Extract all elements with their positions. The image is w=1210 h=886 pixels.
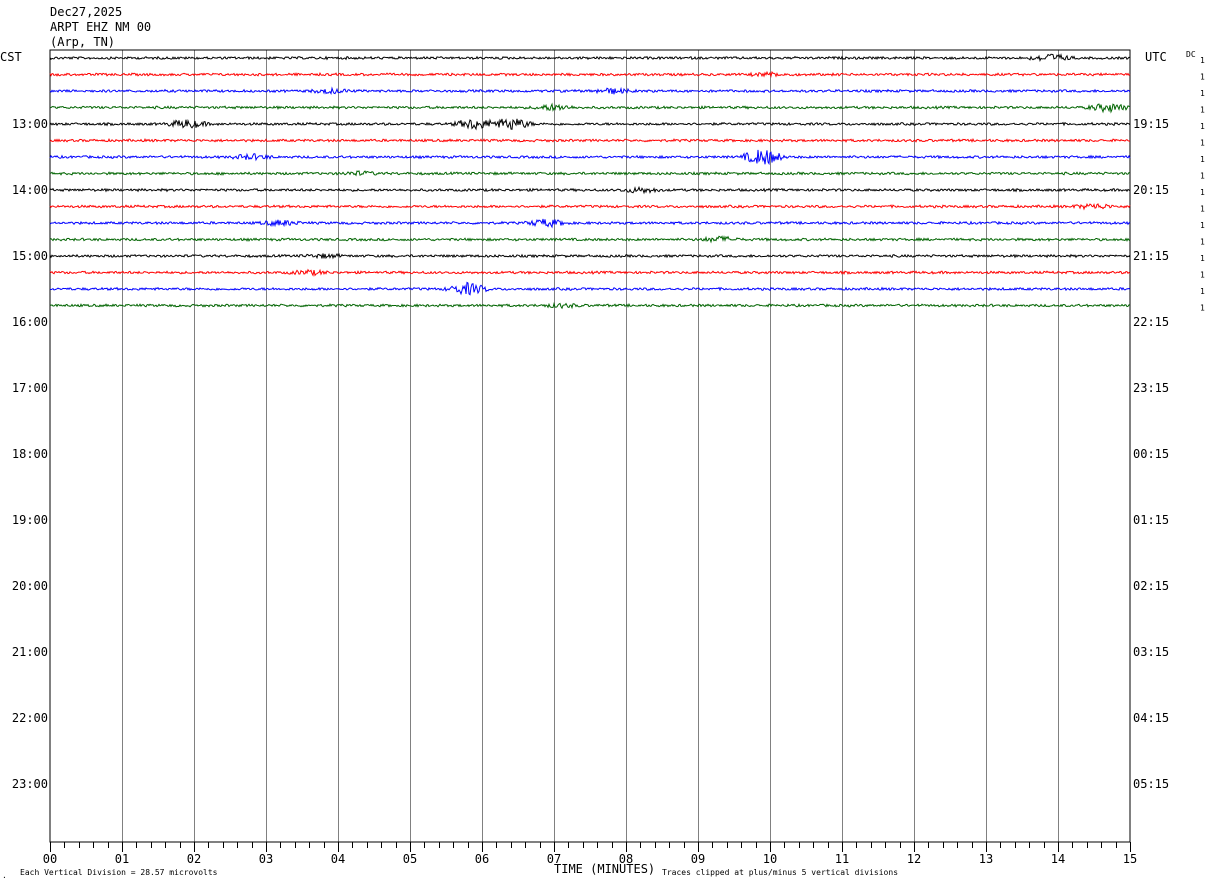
x-tick-label: 13 <box>979 852 993 866</box>
left-hour-label: 23:00 <box>12 777 48 791</box>
x-tick-label: 01 <box>115 852 129 866</box>
seismic-trace <box>49 53 1131 63</box>
x-axis-title: TIME (MINUTES) <box>554 862 655 876</box>
x-tick-label: 14 <box>1051 852 1065 866</box>
date-label: Dec27,2025 <box>50 5 122 19</box>
dc-label: 1 <box>1200 172 1205 181</box>
dc-label: 1 <box>1200 106 1205 115</box>
right-hour-label: 19:15 <box>1133 117 1169 131</box>
clip-note: Traces clipped at plus/minus 5 vertical … <box>662 868 898 877</box>
left-hour-label: 17:00 <box>12 381 48 395</box>
right-hour-label: 04:15 <box>1133 711 1169 725</box>
dc-label: 1 <box>1200 89 1205 98</box>
left-hour-label: 16:00 <box>12 315 48 329</box>
dc-label: 1 <box>1200 304 1205 313</box>
dc-label: 1 <box>1200 271 1205 280</box>
scale-note: Each Vertical Division = 28.57 microvolt… <box>20 868 218 877</box>
trace-group <box>49 53 1131 310</box>
dc-label: 1 <box>1200 188 1205 197</box>
seismic-trace <box>49 281 1131 296</box>
left-hour-label: 22:00 <box>12 711 48 725</box>
x-tick-label: 10 <box>763 852 777 866</box>
seismic-trace <box>49 203 1131 211</box>
x-tick-label: 15 <box>1123 852 1137 866</box>
x-tick-label: 02 <box>187 852 201 866</box>
left-hour-label: 18:00 <box>12 447 48 461</box>
left-hour-label: 15:00 <box>12 249 48 263</box>
seismic-trace <box>49 102 1131 114</box>
seismic-trace <box>49 86 1131 95</box>
right-timezone-label: UTC <box>1145 50 1167 64</box>
dc-header-label: DC <box>1186 50 1196 59</box>
dc-label: 1 <box>1200 139 1205 148</box>
right-hour-label: 00:15 <box>1133 447 1169 461</box>
left-hour-label: 19:00 <box>12 513 48 527</box>
dc-label: 1 <box>1200 205 1205 214</box>
seismic-trace <box>49 149 1131 166</box>
left-hour-label: 14:00 <box>12 183 48 197</box>
left-hour-label: 20:00 <box>12 579 48 593</box>
right-hour-label: 02:15 <box>1133 579 1169 593</box>
left-hour-label: 21:00 <box>12 645 48 659</box>
seismogram-chart: Dec27,2025 ARPT EHZ NM 00 (Arp, TN) CST … <box>0 5 1205 880</box>
dc-label: 1 <box>1200 287 1205 296</box>
dc-labels: 1 1 1 1 1 1 1 1 1 1 1 1 1 1 1 1 <box>1200 56 1205 313</box>
plot-frame <box>49 49 1131 843</box>
station-label: ARPT EHZ NM 00 <box>50 20 151 34</box>
left-hour-label: 13:00 <box>12 117 48 131</box>
dc-label: 1 <box>1200 254 1205 263</box>
seismic-trace <box>49 218 1131 229</box>
left-timezone-label: CST <box>0 50 22 64</box>
seismic-trace <box>49 301 1131 310</box>
x-tick-label: 09 <box>691 852 705 866</box>
dc-label: 1 <box>1200 238 1205 247</box>
seismic-trace <box>49 137 1131 143</box>
corner-mark: . <box>2 871 7 880</box>
seismic-trace <box>49 185 1131 195</box>
seismic-trace <box>49 235 1131 244</box>
seismic-trace <box>49 170 1131 177</box>
right-hour-label: 03:15 <box>1133 645 1169 659</box>
hour-labels: 13:00 14:00 15:00 16:00 17:00 18:00 19:00 20:00… <box>12 117 1169 791</box>
dc-label: 1 <box>1200 155 1205 164</box>
right-hour-label: 05:15 <box>1133 777 1169 791</box>
right-hour-label: 01:15 <box>1133 513 1169 527</box>
x-tick-label: 12 <box>907 852 921 866</box>
seismic-trace <box>49 118 1131 131</box>
x-tick-label: 05 <box>403 852 417 866</box>
dc-label: 1 <box>1200 122 1205 131</box>
dc-label: 1 <box>1200 221 1205 230</box>
seismic-trace <box>49 70 1131 79</box>
x-tick-label: 11 <box>835 852 849 866</box>
x-tick-label: 04 <box>331 852 345 866</box>
dc-label: 1 <box>1200 73 1205 82</box>
x-tick-label: 03 <box>259 852 273 866</box>
right-hour-label: 23:15 <box>1133 381 1169 395</box>
x-tick-label: 06 <box>475 852 489 866</box>
seismic-trace <box>49 252 1131 260</box>
right-hour-label: 20:15 <box>1133 183 1169 197</box>
x-tick-label: 00 <box>43 852 57 866</box>
seismic-trace <box>49 268 1131 277</box>
location-label: (Arp, TN) <box>50 35 115 49</box>
dc-label: 1 <box>1200 56 1205 65</box>
right-hour-label: 21:15 <box>1133 249 1169 263</box>
right-hour-label: 22:15 <box>1133 315 1169 329</box>
vertical-gridlines <box>122 50 1059 842</box>
